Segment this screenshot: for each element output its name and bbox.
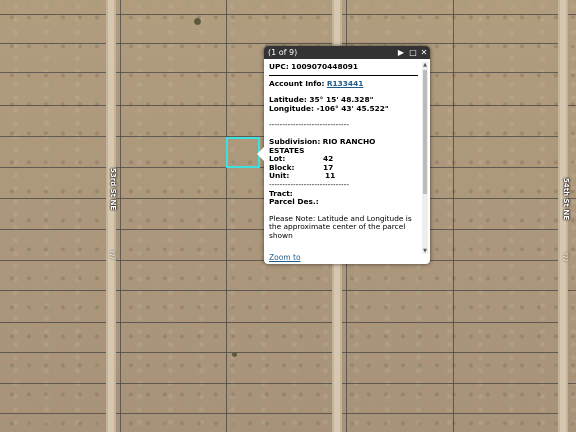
parcel-line: [0, 105, 106, 106]
parcel-line: [0, 352, 106, 353]
parcel-line: [342, 43, 558, 44]
parcel-line: [116, 14, 332, 15]
parcel-line: [116, 290, 332, 291]
upc-label: UPC:: [269, 63, 289, 71]
note-text: shown: [269, 230, 293, 240]
selected-parcel-highlight[interactable]: [226, 137, 260, 168]
popup-content: UPC: 1009070448091 Account Info: R133441…: [269, 63, 418, 249]
street-label: 54th St NE: [562, 178, 570, 220]
maximize-icon[interactable]: □: [408, 46, 418, 59]
tree: [232, 352, 237, 357]
parcel-des-label: Parcel Des.:: [269, 197, 319, 207]
parcel-line: [342, 413, 558, 414]
parcel-line: [0, 198, 106, 199]
account-label: Account Info:: [269, 78, 325, 88]
divider: [269, 74, 418, 76]
scroll-down-icon[interactable]: ▼: [422, 248, 428, 254]
road: [106, 0, 116, 432]
popup-header: (1 of 9) ▶ □ ✕: [264, 46, 430, 59]
longitude-text: Longitude: -106° 43' 45.522": [269, 103, 389, 113]
close-icon[interactable]: ✕: [419, 46, 429, 59]
parcel-line: [0, 290, 106, 291]
upc-value: 1009070448091: [291, 63, 359, 71]
map-label: ???: [561, 252, 568, 262]
parcel-line: [453, 0, 454, 432]
popup-scrollbar[interactable]: ▲ ▼: [422, 62, 428, 254]
scroll-up-icon[interactable]: ▲: [422, 62, 428, 68]
parcel-line: [116, 413, 332, 414]
map-label: ???: [108, 250, 115, 260]
separator: ------------------------------: [269, 120, 350, 130]
subdivision-value: RIO RANCHO: [322, 136, 376, 146]
parcel-line: [568, 383, 576, 384]
parcel-line: [342, 290, 558, 291]
account-link[interactable]: R133441: [327, 79, 364, 88]
tree: [194, 18, 201, 25]
parcel-line: [342, 322, 558, 323]
popup-counter: (1 of 9): [268, 48, 298, 57]
parcel-line: [342, 14, 558, 15]
parcel-line: [568, 290, 576, 291]
parcel-line: [226, 0, 227, 432]
parcel-line: [0, 229, 106, 230]
parcel-line: [120, 0, 121, 432]
parcel-line: [342, 383, 558, 384]
parcel-line: [0, 260, 106, 261]
parcel-line: [116, 383, 332, 384]
parcel-line: [0, 43, 106, 44]
parcel-line: [116, 322, 332, 323]
zoom-to-link[interactable]: Zoom to: [269, 253, 301, 262]
parcel-line: [0, 413, 106, 414]
parcel-line: [0, 136, 106, 137]
parcel-line: [0, 322, 106, 323]
parcel-line: [342, 352, 558, 353]
scroll-thumb[interactable]: [423, 70, 427, 194]
parcel-line: [0, 383, 106, 384]
parcel-line: [568, 105, 576, 106]
parcel-line: [0, 167, 106, 168]
next-feature-icon[interactable]: ▶: [396, 46, 406, 59]
popup-pointer: [257, 147, 264, 161]
parcel-line: [116, 352, 332, 353]
parcel-line: [0, 72, 106, 73]
parcel-line: [116, 43, 332, 44]
map-canvas[interactable]: 53rd St NE 54th St NE ??? ??? (1 of 9) ▶…: [0, 0, 576, 432]
street-label: 53rd St NE: [109, 168, 117, 211]
parcel-line: [0, 14, 106, 15]
parcel-info-popup: (1 of 9) ▶ □ ✕ UPC: 1009070448091 Accoun…: [257, 46, 430, 264]
parcel-line: [568, 14, 576, 15]
